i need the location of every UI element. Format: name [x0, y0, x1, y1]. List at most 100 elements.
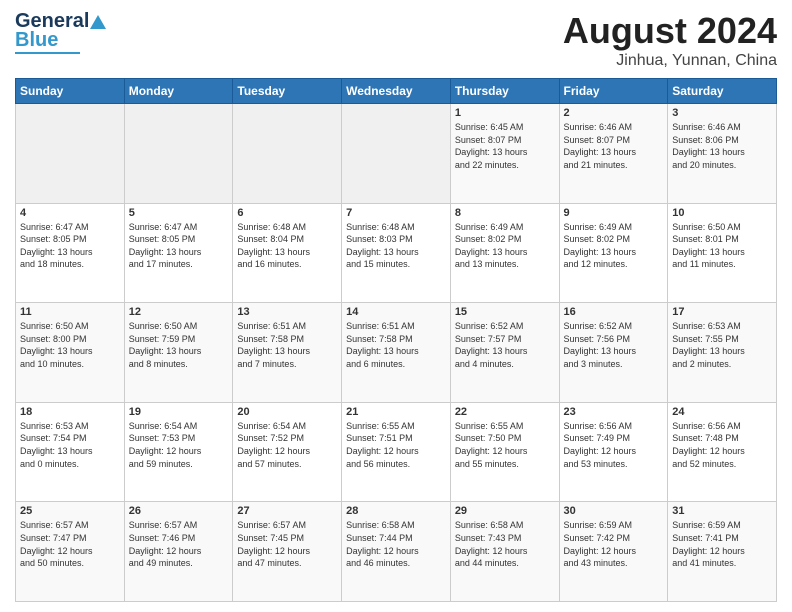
cell-info: Sunrise: 6:54 AM Sunset: 7:53 PM Dayligh… [129, 420, 229, 470]
header: General Blue August 2024 Jinhua, Yunnan,… [15, 10, 777, 70]
calendar-cell: 15Sunrise: 6:52 AM Sunset: 7:57 PM Dayli… [450, 303, 559, 403]
cell-info: Sunrise: 6:50 AM Sunset: 8:00 PM Dayligh… [20, 320, 120, 370]
calendar-cell: 2 Sunrise: 6:46 AM Sunset: 8:07 PM Daylig… [559, 104, 668, 204]
calendar-cell: 16 Sunrise: 6:52 AM Sunset: 7:56 PM Dayli… [559, 303, 668, 403]
day-number: 14 [346, 306, 446, 318]
day-header: Monday [124, 79, 233, 104]
day-number: 5 [129, 207, 229, 219]
calendar-cell [342, 104, 451, 204]
calendar-cell: 27Sunrise: 6:57 AM Sunset: 7:45 PM Dayli… [233, 502, 342, 602]
cell-info: Sunrise: 6:59 AM Sunset: 7:41 PM Dayligh… [672, 519, 772, 569]
cell-info: Sunrise: 6:58 AM Sunset: 7:44 PM Dayligh… [346, 519, 446, 569]
page-title: August 2024 [563, 10, 777, 52]
day-number: 11 [20, 306, 120, 318]
day-number: 21 [346, 406, 446, 418]
cell-info: Sunrise: 6:47 AM Sunset: 8:05 PM Dayligh… [20, 221, 120, 271]
calendar-cell: 25 Sunrise: 6:57 AM Sunset: 7:47 PM Dayli… [16, 502, 125, 602]
day-number: 1 [455, 107, 555, 119]
day-header: Friday [559, 79, 668, 104]
calendar-week-row: 1 Sunrise: 6:45 AM Sunset: 8:07 PM Daylig… [16, 104, 777, 204]
calendar-cell: 5 Sunrise: 6:47 AM Sunset: 8:05 PM Daylig… [124, 203, 233, 303]
calendar-cell: 28 Sunrise: 6:58 AM Sunset: 7:44 PM Dayli… [342, 502, 451, 602]
calendar-cell: 13Sunrise: 6:51 AM Sunset: 7:58 PM Dayli… [233, 303, 342, 403]
day-number: 29 [455, 505, 555, 517]
header-row: SundayMondayTuesdayWednesdayThursdayFrid… [16, 79, 777, 104]
calendar-cell: 14 Sunrise: 6:51 AM Sunset: 7:58 PM Dayli… [342, 303, 451, 403]
day-number: 8 [455, 207, 555, 219]
day-number: 19 [129, 406, 229, 418]
cell-info: Sunrise: 6:52 AM Sunset: 7:56 PM Dayligh… [564, 320, 664, 370]
calendar-cell: 9 Sunrise: 6:49 AM Sunset: 8:02 PM Daylig… [559, 203, 668, 303]
cell-info: Sunrise: 6:51 AM Sunset: 7:58 PM Dayligh… [346, 320, 446, 370]
calendar-cell: 6 Sunrise: 6:48 AM Sunset: 8:04 PM Daylig… [233, 203, 342, 303]
cell-info: Sunrise: 6:48 AM Sunset: 8:04 PM Dayligh… [237, 221, 337, 271]
day-number: 13 [237, 306, 337, 318]
day-number: 16 [564, 306, 664, 318]
day-number: 17 [672, 306, 772, 318]
cell-info: Sunrise: 6:55 AM Sunset: 7:50 PM Dayligh… [455, 420, 555, 470]
calendar-cell: 12 Sunrise: 6:50 AM Sunset: 7:59 PM Dayli… [124, 303, 233, 403]
cell-info: Sunrise: 6:49 AM Sunset: 8:02 PM Dayligh… [455, 221, 555, 271]
day-header: Thursday [450, 79, 559, 104]
day-number: 9 [564, 207, 664, 219]
day-number: 6 [237, 207, 337, 219]
cell-info: Sunrise: 6:53 AM Sunset: 7:54 PM Dayligh… [20, 420, 120, 470]
cell-info: Sunrise: 6:47 AM Sunset: 8:05 PM Dayligh… [129, 221, 229, 271]
cell-info: Sunrise: 6:46 AM Sunset: 8:06 PM Dayligh… [672, 121, 772, 171]
day-number: 25 [20, 505, 120, 517]
day-number: 2 [564, 107, 664, 119]
cell-info: Sunrise: 6:57 AM Sunset: 7:47 PM Dayligh… [20, 519, 120, 569]
logo: General Blue [15, 10, 107, 54]
calendar-cell: 30Sunrise: 6:59 AM Sunset: 7:42 PM Dayli… [559, 502, 668, 602]
day-number: 4 [20, 207, 120, 219]
day-number: 10 [672, 207, 772, 219]
cell-info: Sunrise: 6:46 AM Sunset: 8:07 PM Dayligh… [564, 121, 664, 171]
calendar-week-row: 4 Sunrise: 6:47 AM Sunset: 8:05 PM Daylig… [16, 203, 777, 303]
day-number: 12 [129, 306, 229, 318]
calendar-cell: 29Sunrise: 6:58 AM Sunset: 7:43 PM Dayli… [450, 502, 559, 602]
calendar-cell: 23 Sunrise: 6:56 AM Sunset: 7:49 PM Dayli… [559, 402, 668, 502]
calendar-cell [233, 104, 342, 204]
calendar-cell: 20 Sunrise: 6:54 AM Sunset: 7:52 PM Dayli… [233, 402, 342, 502]
page: General Blue August 2024 Jinhua, Yunnan,… [0, 0, 792, 612]
cell-info: Sunrise: 6:45 AM Sunset: 8:07 PM Dayligh… [455, 121, 555, 171]
logo-underline [15, 52, 80, 54]
cell-info: Sunrise: 6:57 AM Sunset: 7:46 PM Dayligh… [129, 519, 229, 569]
day-number: 23 [564, 406, 664, 418]
day-header: Saturday [668, 79, 777, 104]
logo-blue: Blue [15, 29, 58, 52]
logo-icon [89, 13, 107, 31]
calendar-cell: 19 Sunrise: 6:54 AM Sunset: 7:53 PM Dayli… [124, 402, 233, 502]
calendar-cell: 22 Sunrise: 6:55 AM Sunset: 7:50 PM Dayli… [450, 402, 559, 502]
calendar-week-row: 11 Sunrise: 6:50 AM Sunset: 8:00 PM Dayli… [16, 303, 777, 403]
cell-info: Sunrise: 6:54 AM Sunset: 7:52 PM Dayligh… [237, 420, 337, 470]
day-number: 3 [672, 107, 772, 119]
calendar-week-row: 25 Sunrise: 6:57 AM Sunset: 7:47 PM Dayli… [16, 502, 777, 602]
cell-info: Sunrise: 6:52 AM Sunset: 7:57 PM Dayligh… [455, 320, 555, 370]
cell-info: Sunrise: 6:59 AM Sunset: 7:42 PM Dayligh… [564, 519, 664, 569]
page-subtitle: Jinhua, Yunnan, China [563, 52, 777, 70]
cell-info: Sunrise: 6:50 AM Sunset: 8:01 PM Dayligh… [672, 221, 772, 271]
calendar-cell: 21Sunrise: 6:55 AM Sunset: 7:51 PM Dayli… [342, 402, 451, 502]
day-header: Wednesday [342, 79, 451, 104]
cell-info: Sunrise: 6:50 AM Sunset: 7:59 PM Dayligh… [129, 320, 229, 370]
calendar-cell: 11 Sunrise: 6:50 AM Sunset: 8:00 PM Dayli… [16, 303, 125, 403]
calendar-table: SundayMondayTuesdayWednesdayThursdayFrid… [15, 78, 777, 602]
calendar-cell [16, 104, 125, 204]
calendar-cell: 3 Sunrise: 6:46 AM Sunset: 8:06 PM Daylig… [668, 104, 777, 204]
calendar-cell [124, 104, 233, 204]
day-number: 20 [237, 406, 337, 418]
calendar-cell: 31Sunrise: 6:59 AM Sunset: 7:41 PM Dayli… [668, 502, 777, 602]
cell-info: Sunrise: 6:48 AM Sunset: 8:03 PM Dayligh… [346, 221, 446, 271]
cell-info: Sunrise: 6:53 AM Sunset: 7:55 PM Dayligh… [672, 320, 772, 370]
calendar-cell: 8 Sunrise: 6:49 AM Sunset: 8:02 PM Daylig… [450, 203, 559, 303]
day-number: 18 [20, 406, 120, 418]
calendar-cell: 4 Sunrise: 6:47 AM Sunset: 8:05 PM Daylig… [16, 203, 125, 303]
day-number: 22 [455, 406, 555, 418]
day-number: 7 [346, 207, 446, 219]
cell-info: Sunrise: 6:56 AM Sunset: 7:49 PM Dayligh… [564, 420, 664, 470]
title-block: August 2024 Jinhua, Yunnan, China [563, 10, 777, 70]
calendar-cell: 26Sunrise: 6:57 AM Sunset: 7:46 PM Dayli… [124, 502, 233, 602]
day-number: 28 [346, 505, 446, 517]
cell-info: Sunrise: 6:49 AM Sunset: 8:02 PM Dayligh… [564, 221, 664, 271]
